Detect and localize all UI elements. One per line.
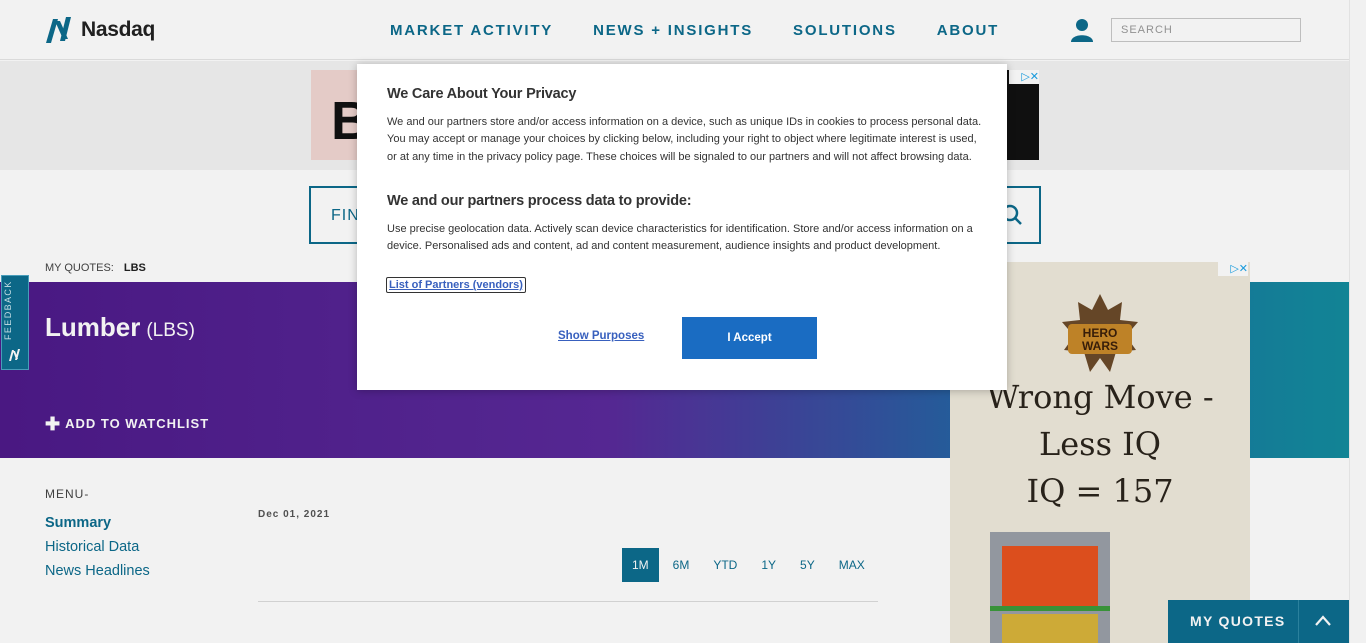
consent-body: We and our partners store and/or access … — [387, 116, 982, 163]
consent-purposes: Use precise geolocation data. Actively s… — [387, 223, 973, 253]
consent-subtitle: We and our partners process data to prov… — [387, 193, 692, 209]
show-purposes-button[interactable]: Show Purposes — [558, 330, 644, 342]
list-of-partners-link[interactable]: List of Partners (vendors) — [386, 277, 526, 293]
scrollbar[interactable] — [1349, 0, 1366, 643]
accept-button[interactable]: I Accept — [682, 317, 817, 359]
consent-title: We Care About Your Privacy — [387, 86, 577, 102]
privacy-consent-dialog: We Care About Your Privacy We and our pa… — [357, 64, 1007, 390]
